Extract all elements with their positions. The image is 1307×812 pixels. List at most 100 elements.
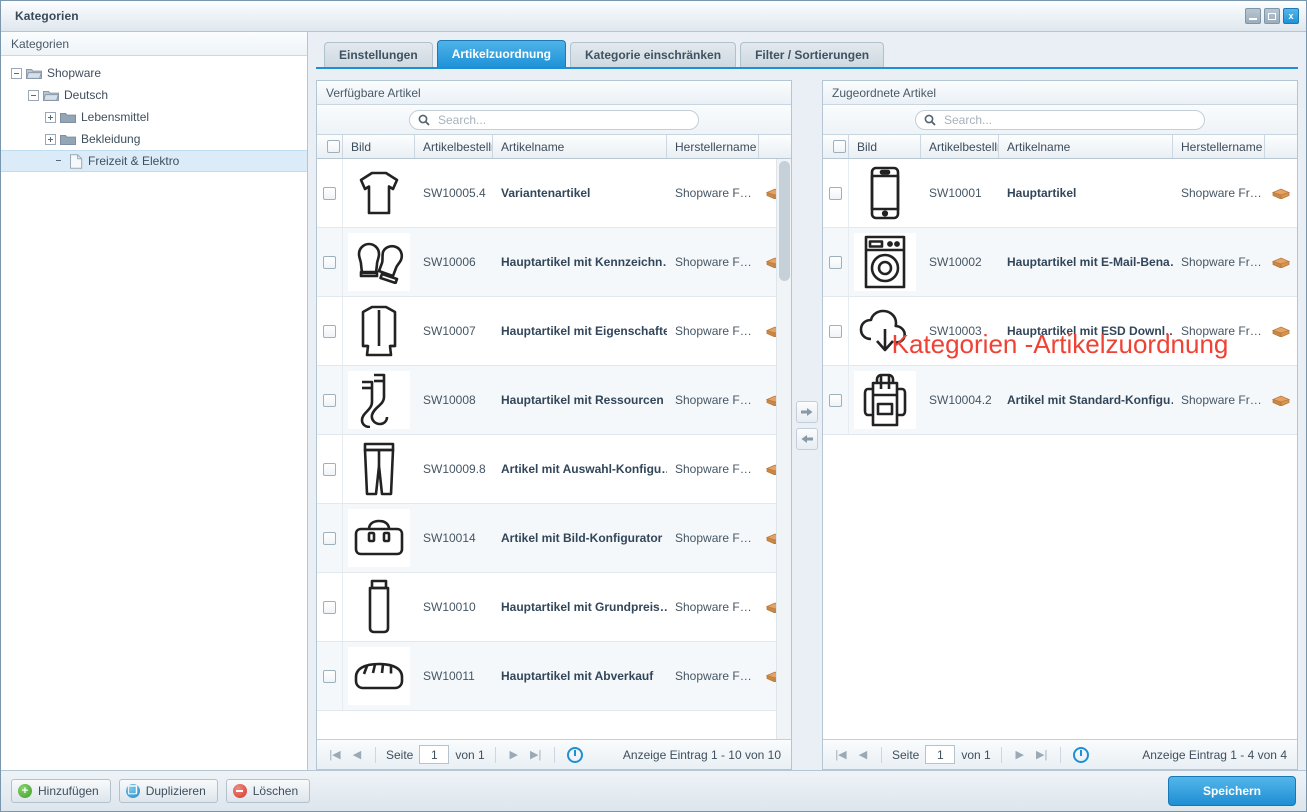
row-checkbox-cell[interactable] (823, 366, 849, 434)
add-button[interactable]: + Hinzufügen (11, 779, 111, 803)
first-page-button[interactable]: |◀ (833, 747, 849, 763)
delete-button[interactable]: Löschen (225, 779, 311, 803)
search-input[interactable] (942, 111, 1196, 128)
tree-node-bekleidung[interactable]: Bekleidung (1, 128, 307, 150)
table-row[interactable]: SW10009.8 Artikel mit Auswahl-Konfigu… S… (317, 435, 791, 504)
row-checkbox-cell[interactable] (823, 159, 849, 227)
table-row[interactable]: SW10005.4 Variantenartikel Shopware F… (317, 159, 791, 228)
row-checkbox[interactable] (323, 186, 336, 200)
page-number-input[interactable] (925, 745, 956, 764)
row-checkbox[interactable] (829, 324, 842, 338)
table-row[interactable]: SW10010 Hauptartikel mit Grundpreis… Sho… (317, 573, 791, 642)
table-row[interactable]: SW10004.2 Artikel mit Standard-Konfigu… … (823, 366, 1297, 435)
row-checkbox-cell[interactable] (317, 573, 343, 641)
row-checkbox-cell[interactable] (823, 297, 849, 365)
row-checkbox[interactable] (323, 600, 336, 614)
table-row[interactable]: SW10011 Hauptartikel mit Abverkauf Shopw… (317, 642, 791, 711)
column-header-package[interactable] (1265, 135, 1297, 158)
row-checkbox[interactable] (323, 462, 336, 476)
assigned-articles-search[interactable] (915, 109, 1205, 130)
expand-expander-icon[interactable] (45, 111, 56, 123)
row-checkbox[interactable] (323, 255, 336, 269)
row-package-cell[interactable] (1265, 366, 1297, 434)
close-button[interactable]: x (1283, 8, 1299, 24)
next-page-button[interactable]: ▶ (1012, 747, 1028, 763)
tab-kategorie-einschraenken[interactable]: Kategorie einschränken (570, 42, 737, 67)
table-row[interactable]: SW10008 Hauptartikel mit Ressourcen Shop… (317, 366, 791, 435)
column-header-artikelname[interactable]: Artikelname (493, 135, 667, 158)
row-package-cell[interactable] (1265, 297, 1297, 365)
row-checkbox-cell[interactable] (317, 435, 343, 503)
row-checkbox-cell[interactable] (317, 504, 343, 572)
row-package-cell[interactable] (1265, 228, 1297, 296)
collapse-expander-icon[interactable] (11, 67, 22, 79)
column-header-bild[interactable]: Bild (849, 135, 921, 158)
column-header-herstellername[interactable]: Herstellername (667, 135, 759, 158)
page-number-input[interactable] (419, 745, 450, 764)
column-header-package[interactable] (759, 135, 791, 158)
prev-page-button[interactable]: ◀ (855, 747, 871, 763)
table-row[interactable]: SW10001 Hauptartikel Shopware Fr… (823, 159, 1297, 228)
next-page-button[interactable]: ▶ (506, 747, 522, 763)
row-checkbox[interactable] (323, 669, 336, 683)
column-header-artikelname[interactable]: Artikelname (999, 135, 1173, 158)
select-all-checkbox[interactable] (833, 140, 846, 153)
row-package-cell[interactable] (1265, 159, 1297, 227)
row-checkbox-cell[interactable] (823, 228, 849, 296)
row-checkbox-cell[interactable] (317, 366, 343, 434)
row-checkbox-cell[interactable] (317, 642, 343, 710)
available-articles-search[interactable] (409, 109, 699, 130)
select-all-checkbox[interactable] (327, 140, 340, 153)
tree-node-lebensmittel[interactable]: Lebensmittel (1, 106, 307, 128)
search-input[interactable] (436, 111, 690, 128)
assign-right-button[interactable] (796, 400, 818, 423)
last-page-button[interactable]: ▶| (1034, 747, 1050, 763)
maximize-button[interactable] (1264, 8, 1280, 24)
expand-expander-icon[interactable] (45, 133, 56, 145)
column-header-artikelbestellnummer[interactable]: Artikelbestellnun (415, 135, 493, 158)
row-checkbox[interactable] (829, 255, 842, 269)
tree-node-shopware[interactable]: Shopware (1, 62, 307, 84)
transfer-buttons (792, 80, 822, 770)
row-checkbox-cell[interactable] (317, 159, 343, 227)
column-header-bild[interactable]: Bild (343, 135, 415, 158)
table-row[interactable]: SW10006 Hauptartikel mit Kennzeichn… Sho… (317, 228, 791, 297)
tab-einstellungen[interactable]: Einstellungen (324, 42, 433, 67)
table-row[interactable]: SW10007 Hauptartikel mit Eigenschaften S… (317, 297, 791, 366)
row-checkbox[interactable] (323, 393, 336, 407)
assigned-articles-title: Zugeordnete Artikel (823, 81, 1297, 105)
first-page-button[interactable]: |◀ (327, 747, 343, 763)
refresh-icon[interactable] (566, 746, 583, 763)
table-row[interactable]: SW10003 Hauptartikel mit ESD Downl… Shop… (823, 297, 1297, 366)
refresh-icon[interactable] (1072, 746, 1089, 763)
row-checkbox[interactable] (323, 531, 336, 545)
last-page-button[interactable]: ▶| (528, 747, 544, 763)
column-header-herstellername[interactable]: Herstellername (1173, 135, 1265, 158)
select-all-header[interactable] (823, 135, 849, 158)
save-button[interactable]: Speichern (1167, 776, 1296, 806)
tab-artikelzuordnung[interactable]: Artikelzuordnung (436, 40, 567, 67)
category-tree[interactable]: Shopware Deutsch Lebensmittel Bekleidung… (1, 56, 307, 770)
table-row[interactable]: SW10002 Hauptartikel mit E-Mail-Bena… Sh… (823, 228, 1297, 297)
column-header-artikelbestellnummer[interactable]: Artikelbestellnun (921, 135, 999, 158)
collapse-expander-icon[interactable] (28, 89, 39, 101)
tree-node-deutsch[interactable]: Deutsch (1, 84, 307, 106)
tab-filter-sortierungen[interactable]: Filter / Sortierungen (740, 42, 885, 67)
row-checkbox-cell[interactable] (317, 297, 343, 365)
row-checkbox[interactable] (829, 186, 842, 200)
unassign-left-button[interactable] (796, 427, 818, 450)
scrollbar-thumb[interactable] (779, 161, 790, 281)
row-checkbox-cell[interactable] (317, 228, 343, 296)
available-articles-scrollbar[interactable] (776, 159, 791, 739)
prev-page-button[interactable]: ◀ (349, 747, 365, 763)
duplicate-button[interactable]: ❐ Duplizieren (118, 779, 218, 803)
tree-node-freizeit-elektro[interactable]: Freizeit & Elektro (1, 150, 307, 172)
row-checkbox[interactable] (323, 324, 336, 338)
available-articles-body[interactable]: SW10005.4 Variantenartikel Shopware F… S… (317, 159, 791, 739)
row-checkbox[interactable] (829, 393, 842, 407)
minimize-button[interactable] (1245, 8, 1261, 24)
tree-node-label: Lebensmittel (81, 110, 150, 124)
table-row[interactable]: SW10014 Artikel mit Bild-Konfigurator Sh… (317, 504, 791, 573)
assigned-articles-body[interactable]: SW10001 Hauptartikel Shopware Fr… SW1000… (823, 159, 1297, 739)
select-all-header[interactable] (317, 135, 343, 158)
